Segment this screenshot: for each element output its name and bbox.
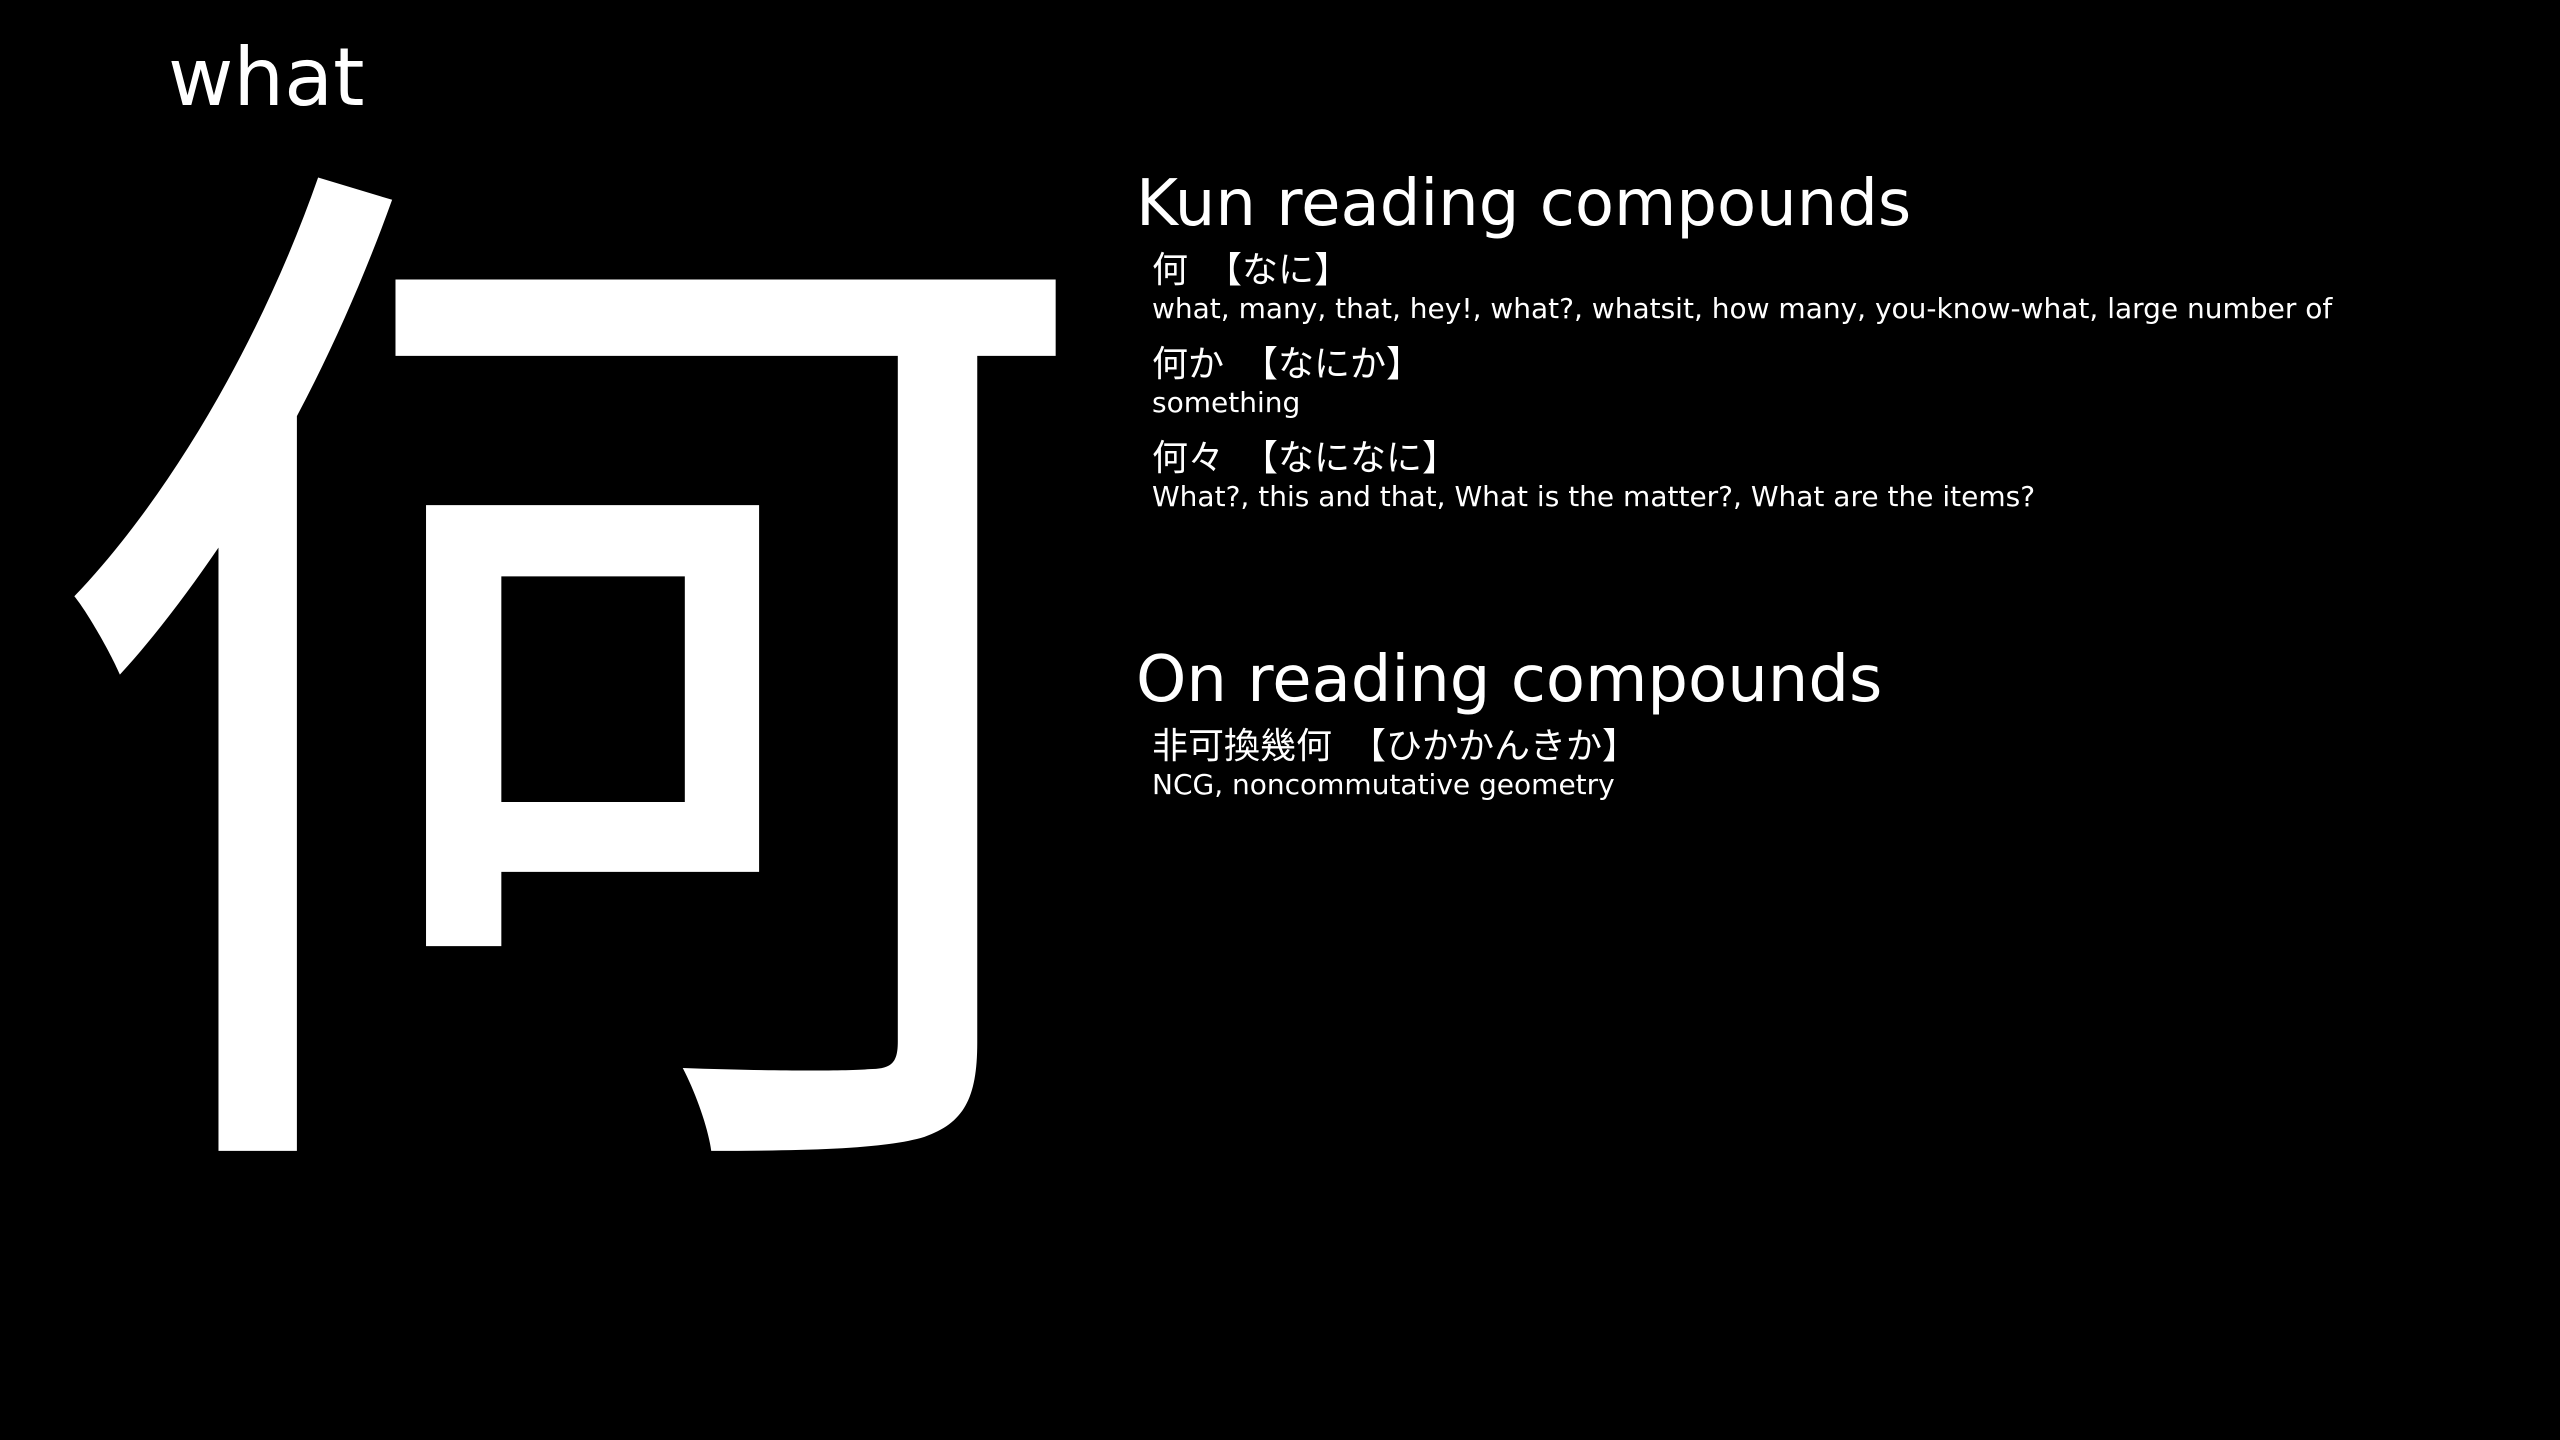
compound-word: 非可換幾何 [1152,726,1333,767]
compound-word: 何々 [1152,438,1225,479]
compound-word: 何か [1152,344,1225,385]
kun-section-title: Kun reading compounds [1136,167,1912,241]
on-reading-section: On reading compounds 非可換幾何 【ひかかんきか】 NCG, … [1136,648,1882,820]
compound-gloss: NCG, noncommutative geometry [1152,768,1615,801]
on-compound: 非可換幾何 【ひかかんきか】 NCG, noncommutative geomet… [1152,726,1882,802]
compound-head: 何か 【なにか】 [1152,344,2332,386]
compound-gloss: what, many, that, hey!, what?, whatsit, … [1152,292,2333,325]
kun-compound: 何か 【なにか】 something [1152,344,2332,420]
compound-reading: 【なになに】 [1242,438,1459,479]
compound-head: 非可換幾何 【ひかかんきか】 [1152,726,1882,768]
kun-compound: 何々 【なになに】 What?, this and that, What is t… [1152,438,2332,514]
compound-head: 何【なに】 [1152,250,2332,292]
compound-gloss: What?, this and that, What is the matter… [1152,480,2036,513]
kun-reading-section: Kun reading compounds 何【なに】 what, many, … [1136,172,2332,532]
kun-compound: 何【なに】 what, many, that, hey!, what?, wha… [1152,250,2332,326]
compound-reading: 【ひかかんきか】 [1350,726,1639,767]
compound-word: 何 [1152,250,1189,291]
compound-reading: 【なにか】 [1242,344,1423,385]
on-section-title: On reading compounds [1136,643,1883,717]
kanji-character: 何 [35,83,1095,1317]
compound-reading: 【なに】 [1206,250,1351,291]
compound-head: 何々 【なになに】 [1152,438,2332,480]
compound-gloss: something [1152,386,1301,419]
